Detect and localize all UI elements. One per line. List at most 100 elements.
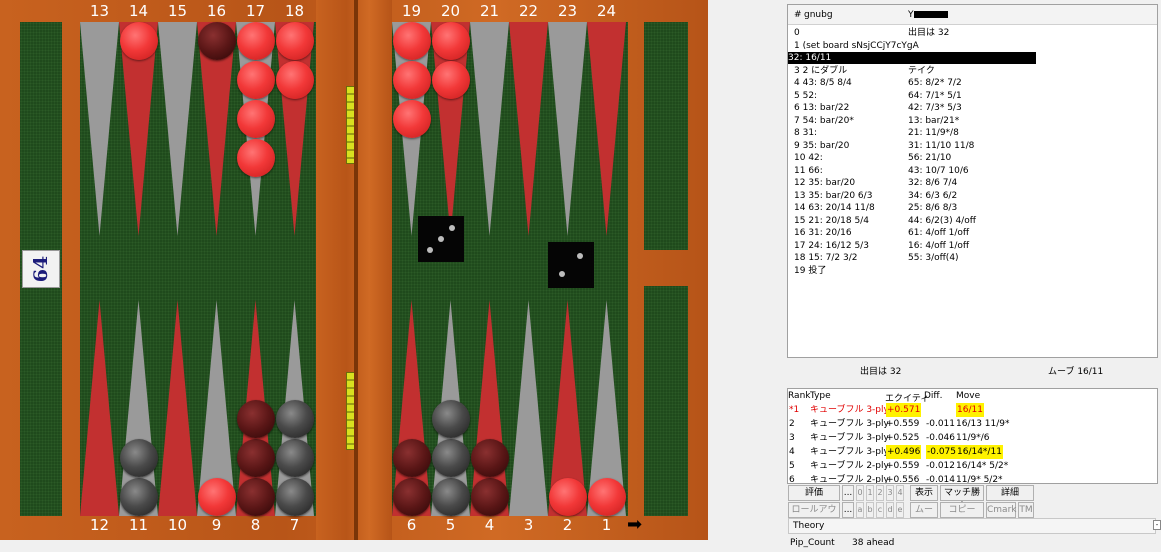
theory-tab[interactable]: Theory	[788, 518, 1156, 534]
expand-icon[interactable]: -	[1153, 520, 1161, 530]
checker-red[interactable]	[275, 61, 314, 99]
analysis-row[interactable]: *1 キューブフル 3-ply +0.571 16/11	[788, 403, 1157, 417]
move-list-row[interactable]: 6 13: bar/22 42: 7/3* 5/3	[788, 102, 1157, 114]
checker-dark[interactable]	[431, 439, 470, 477]
point-13[interactable]	[80, 22, 119, 236]
checker-dark[interactable]	[275, 439, 314, 477]
eval-button[interactable]: 評価	[788, 485, 840, 501]
analysis-row[interactable]: 5 キューブフル 2-ply +0.559 -0.012 16/14* 5/2*	[788, 459, 1157, 473]
move-list-right: 32: 8/6 7/4	[908, 178, 958, 188]
letters-d[interactable]: d	[886, 502, 894, 518]
move-list-row[interactable]: 14 63: 20/14 11/8 25: 8/6 8/3	[788, 202, 1157, 214]
move-list-row[interactable]: 5 52: 64: 7/1* 5/1	[788, 90, 1157, 102]
checker-dark[interactable]	[431, 400, 470, 438]
plies-1[interactable]: 1	[866, 485, 874, 501]
checker-maroon[interactable]	[197, 22, 236, 60]
point-24[interactable]	[587, 22, 626, 236]
show-button[interactable]: 表示	[910, 485, 938, 501]
checker-red[interactable]	[236, 61, 275, 99]
move-list-row[interactable]: 9 35: bar/20 31: 11/10 11/8	[788, 140, 1157, 152]
checker-red[interactable]	[431, 22, 470, 60]
plies-4[interactable]: 4	[896, 485, 904, 501]
move-list-row[interactable]: 8 31: 21: 11/9*/8	[788, 127, 1157, 139]
rollout-settings-button[interactable]: ...	[842, 502, 854, 518]
checker-dark[interactable]	[275, 400, 314, 438]
doubling-cube[interactable]: 64	[22, 250, 60, 288]
checker-red[interactable]	[431, 61, 470, 99]
analysis-row[interactable]: 4 キューブフル 3-ply +0.496 -0.075 16/14*/11	[788, 445, 1157, 459]
backgammon-board[interactable]: 13 14 15 16 17 18 19 20 21 22 23 24 12 11 10 9 8 7 6 5 4 3 2 1…	[0, 0, 708, 540]
analysis-row[interactable]: 2 キューブフル 3-ply +0.559 -0.011 16/13 11/9*	[788, 417, 1157, 431]
analysis-type: キューブフル 2-ply	[810, 475, 889, 484]
move-list-row[interactable]: 11 66: 43: 10/7 10/6	[788, 165, 1157, 177]
checker-dark[interactable]	[119, 478, 158, 516]
analysis-row[interactable]: 3 キューブフル 3-ply +0.525 -0.046 11/9*/6	[788, 431, 1157, 445]
analysis-row[interactable]: 6 キューブフル 2-ply +0.556 -0.014 11/9* 5/2*	[788, 473, 1157, 484]
eval-settings-button[interactable]: ...	[842, 485, 854, 501]
checker-maroon[interactable]	[470, 439, 509, 477]
move-list-row[interactable]: 15 21: 20/18 5/4 44: 6/2(3) 4/off	[788, 215, 1157, 227]
checker-maroon[interactable]	[470, 478, 509, 516]
move-list-row[interactable]: 17 24: 16/12 5/3 16: 4/off 1/off	[788, 240, 1157, 252]
move-list-row[interactable]: 10 42: 56: 21/10	[788, 152, 1157, 164]
letters-c[interactable]: c	[876, 502, 884, 518]
checker-red[interactable]	[236, 139, 275, 177]
checker-red[interactable]	[236, 22, 275, 60]
checker-maroon[interactable]	[236, 478, 275, 516]
move-list-row[interactable]: 1 (set board sNsjCCjY7cYgA	[788, 40, 1157, 52]
rollout-button[interactable]: ロールアウト	[788, 502, 840, 529]
cmark-button[interactable]: Cmark	[986, 502, 1016, 518]
plies-0[interactable]: 0	[856, 485, 864, 501]
move-list-right: 61: 4/off 1/off	[908, 228, 970, 238]
match-equity-button[interactable]: マッチ勝率	[940, 485, 984, 512]
move-list-row[interactable]: 16 31: 20/16 61: 4/off 1/off	[788, 227, 1157, 239]
checker-red[interactable]	[392, 61, 431, 99]
checker-red[interactable]	[548, 478, 587, 516]
checker-maroon[interactable]	[392, 478, 431, 516]
checker-dark[interactable]	[275, 478, 314, 516]
checker-dark[interactable]	[431, 478, 470, 516]
die-right[interactable]	[548, 242, 594, 288]
tm-button[interactable]: TM	[1018, 502, 1034, 518]
checker-red[interactable]	[275, 22, 314, 60]
die-left[interactable]	[418, 216, 464, 262]
move-list-row[interactable]: 7 54: bar/20* 13: bar/21*	[788, 115, 1157, 127]
point-22[interactable]	[509, 22, 548, 236]
checker-red[interactable]	[587, 478, 626, 516]
move-list-row[interactable]: 12 35: bar/20 32: 8/6 7/4	[788, 177, 1157, 189]
point-23[interactable]	[548, 22, 587, 236]
checker-maroon[interactable]	[236, 400, 275, 438]
app-root: 13 14 15 16 17 18 19 20 21 22 23 24 12 11 10 9 8 7 6 5 4 3 2 1…	[0, 0, 1161, 552]
detail-button[interactable]: 詳細	[986, 485, 1034, 501]
move-list-row[interactable]: 4 43: 8/5 8/4 65: 8/2* 7/2	[788, 77, 1157, 89]
checker-dark[interactable]	[119, 439, 158, 477]
move-list-row[interactable]: 18 15: 7/2 3/2 55: 3/off(4)	[788, 252, 1157, 264]
move-list-row[interactable]: 0 出目は 32	[788, 27, 1157, 39]
move-list-row[interactable]: 232: 16/11	[788, 52, 1157, 64]
letters-e[interactable]: e	[896, 502, 904, 518]
point-21[interactable]	[470, 22, 509, 236]
move-list-row[interactable]: 3 2 にダブル テイク	[788, 65, 1157, 77]
move-list-row[interactable]: 19 投了	[788, 265, 1157, 277]
plies-2[interactable]: 2	[876, 485, 884, 501]
checker-maroon[interactable]	[236, 439, 275, 477]
point-15[interactable]	[158, 22, 197, 236]
checker-red[interactable]	[119, 22, 158, 60]
move-list-row[interactable]: 13 35: bar/20 6/3 34: 6/3 6/2	[788, 190, 1157, 202]
checker-red[interactable]	[392, 100, 431, 138]
point-12[interactable]	[80, 300, 119, 516]
checker-red[interactable]	[392, 22, 431, 60]
plies-3[interactable]: 3	[886, 485, 894, 501]
letters-b[interactable]: b	[866, 502, 874, 518]
point-number-13: 13	[89, 2, 110, 20]
move-button[interactable]: ムーブ	[910, 502, 938, 529]
point-10[interactable]	[158, 300, 197, 516]
letters-a[interactable]: a	[856, 502, 864, 518]
move-list-panel[interactable]: # gnubg Y 0 出目は 32 1 (set board sNsjCCjY7c…	[787, 4, 1158, 358]
point-3[interactable]	[509, 300, 548, 516]
checker-red[interactable]	[236, 100, 275, 138]
checker-red[interactable]	[197, 478, 236, 516]
analysis-panel[interactable]: Rank Type エクイティ Diff. Move *1 キューブフル 3-pl…	[787, 388, 1158, 484]
copy-button[interactable]: コピー	[940, 502, 984, 518]
checker-maroon[interactable]	[392, 439, 431, 477]
